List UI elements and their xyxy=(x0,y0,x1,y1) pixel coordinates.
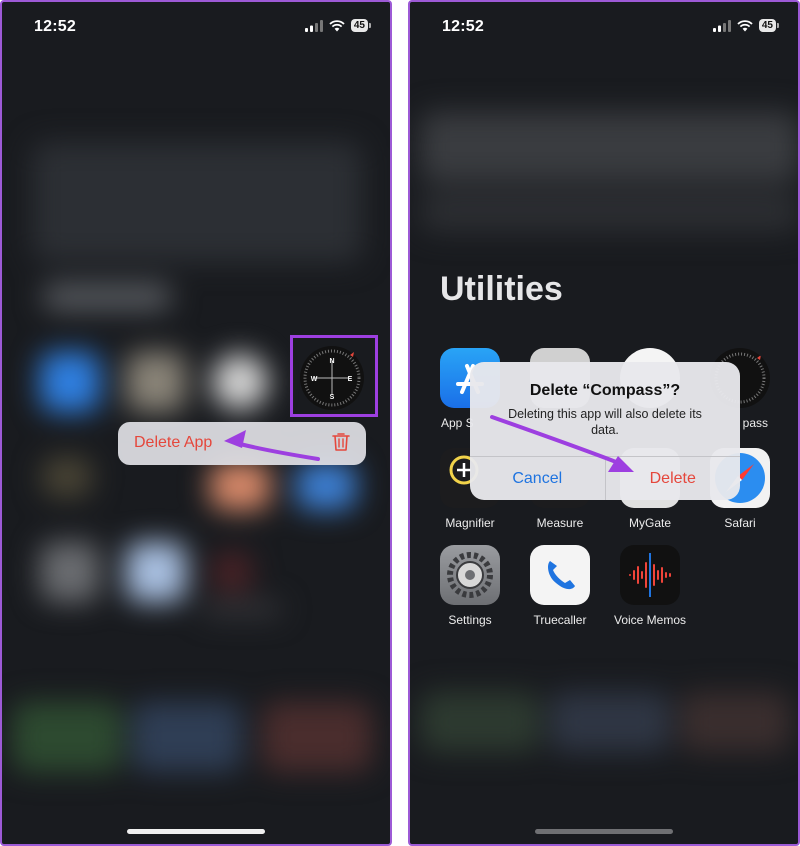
alert-buttons: Cancel Delete xyxy=(470,456,740,500)
folder-title: Utilities xyxy=(440,270,563,308)
settings-gear-icon xyxy=(440,545,500,605)
left-phone-screen: 12:52 45 N S W E Delete App xyxy=(0,0,392,846)
truecaller-label: Truecaller xyxy=(533,613,587,627)
mygate-label: MyGate xyxy=(628,516,671,530)
measure-label: Measure xyxy=(536,516,584,530)
battery-indicator: 45 xyxy=(350,19,372,32)
cellular-signal-icon xyxy=(712,19,731,32)
delete-app-menu-item[interactable]: Delete App xyxy=(134,434,212,452)
cellular-signal-icon xyxy=(304,19,323,32)
compass-letter-s: S xyxy=(330,394,335,401)
delete-confirmation-alert: Delete “Compass”? Deleting this app will… xyxy=(470,362,740,500)
waveform-icon xyxy=(620,545,680,605)
home-indicator[interactable] xyxy=(535,829,673,834)
home-indicator[interactable] xyxy=(127,829,265,834)
compass-letter-w: W xyxy=(311,376,318,383)
delete-button[interactable]: Delete xyxy=(606,457,741,500)
status-bar: 12:52 45 xyxy=(410,2,798,52)
battery-indicator: 45 xyxy=(758,19,780,32)
voice-memos-label: Voice Memos xyxy=(613,613,687,627)
status-time: 12:52 xyxy=(34,18,76,35)
alert-message: Deleting this app will also delete its d… xyxy=(508,407,702,437)
magnifier-label: Magnifier xyxy=(445,516,495,530)
compass-app-icon[interactable]: N S W E xyxy=(299,345,365,411)
context-menu: Delete App xyxy=(118,422,366,465)
settings-label: Settings xyxy=(448,613,492,627)
safari-label: Safari xyxy=(724,516,756,530)
voice-memos-app[interactable]: Voice Memos xyxy=(610,545,690,627)
wifi-icon xyxy=(329,19,345,31)
wifi-icon xyxy=(737,19,753,31)
status-icons: 45 xyxy=(304,19,372,32)
status-bar: 12:52 45 xyxy=(2,2,390,52)
truecaller-app[interactable]: Truecaller xyxy=(520,545,600,627)
cancel-button[interactable]: Cancel xyxy=(470,457,606,500)
alert-title: Delete “Compass”? xyxy=(529,382,681,399)
status-time: 12:52 xyxy=(442,18,484,35)
status-icons: 45 xyxy=(712,19,780,32)
phone-icon xyxy=(530,545,590,605)
trash-icon[interactable] xyxy=(332,432,350,452)
compass-letter-n: N xyxy=(329,358,334,365)
settings-app[interactable]: Settings xyxy=(430,545,510,627)
compass-letter-e: E xyxy=(348,376,353,383)
right-phone-screen: 12:52 45 Utilities App S pass Magnifier … xyxy=(408,0,800,846)
